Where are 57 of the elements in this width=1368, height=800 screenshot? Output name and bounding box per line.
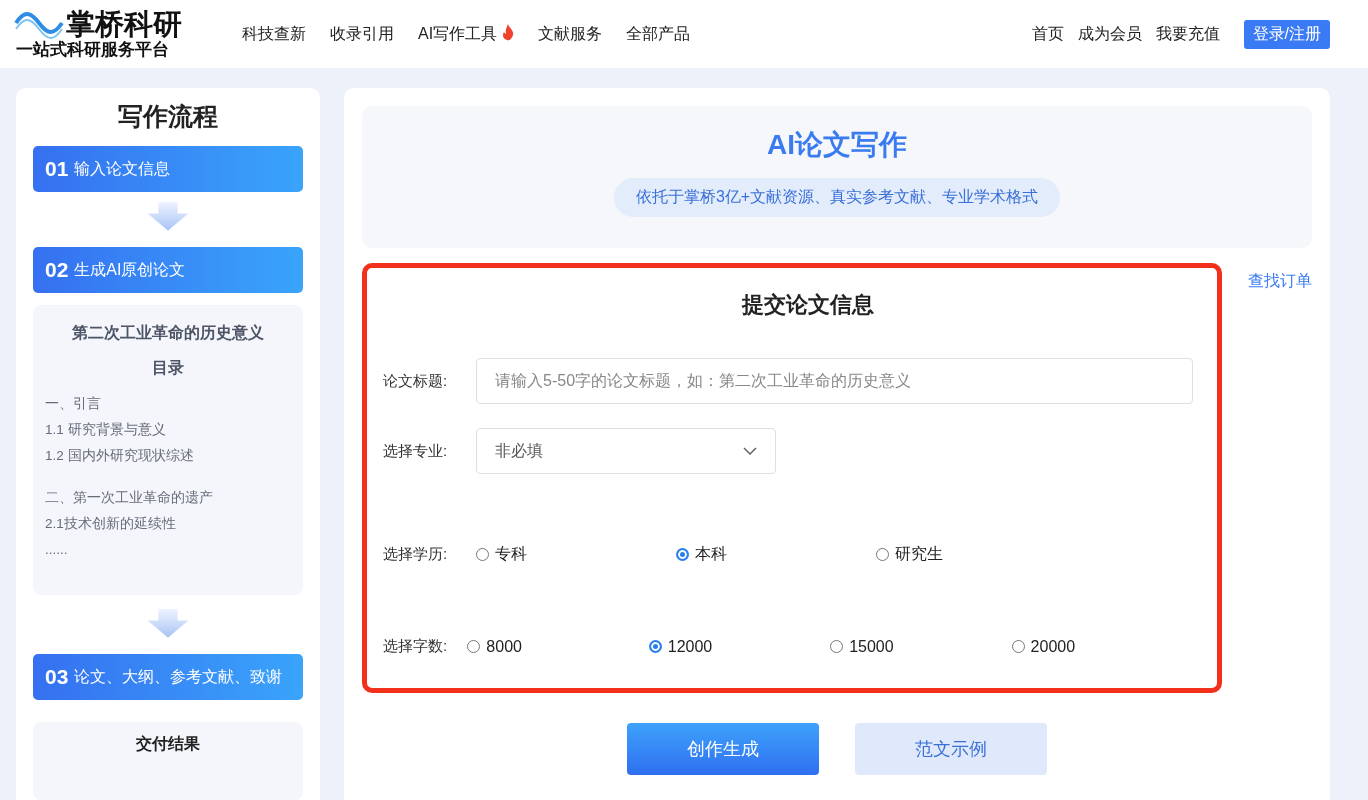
outline-line: 一、引言 xyxy=(45,395,102,414)
field-label: 论文标题: xyxy=(383,371,449,391)
radio-button[interactable] xyxy=(676,548,689,561)
outline-subtitle: 目录 xyxy=(151,358,185,379)
radio-label[interactable]: 12000 xyxy=(667,637,713,656)
radio-label[interactable]: 20000 xyxy=(1030,637,1076,656)
step-label: 论文、大纲、参考文献、致谢 xyxy=(74,666,283,687)
nav-link[interactable]: 首页 xyxy=(1031,23,1064,45)
step-label: 生成AI原创论文 xyxy=(74,259,186,280)
nav-link[interactable]: 文献服务 xyxy=(538,23,603,45)
outline-line: 1.1 研究背景与意义 xyxy=(45,421,167,440)
step-label: 输入论文信息 xyxy=(74,158,171,179)
field-label: 选择专业: xyxy=(383,441,449,461)
radio-button[interactable] xyxy=(1011,640,1025,653)
nav-link[interactable]: 全部产品 xyxy=(626,23,691,45)
radio-button[interactable] xyxy=(648,640,662,653)
outline-line: 1.2 国内外研究现状综述 xyxy=(45,447,195,466)
outline-line: 二、第一次工业革命的遗产 xyxy=(45,489,214,508)
radio-button[interactable] xyxy=(876,548,889,561)
radio-button[interactable] xyxy=(830,640,844,653)
down-arrow-icon xyxy=(147,609,189,638)
step-number: 03 xyxy=(45,665,69,690)
wave-logo-icon xyxy=(14,9,64,39)
major-select[interactable]: 非必填 xyxy=(476,428,776,474)
down-arrow-icon xyxy=(147,202,189,231)
hero-subtitle-pill: 依托于掌桥3亿+文献资源、真实参考文献、专业学术格式 xyxy=(613,178,1061,217)
step-number: 01 xyxy=(45,157,69,182)
field-label: 选择学历: xyxy=(383,545,449,564)
logo-subtitle: 一站式科研服务平台 xyxy=(16,40,170,60)
outline-line: 2.1技术创新的延续性 xyxy=(45,515,177,534)
radio-label[interactable]: 15000 xyxy=(849,637,894,656)
nav-link[interactable]: 科技查新 xyxy=(242,23,306,45)
step-number: 02 xyxy=(45,258,69,283)
find-order-link[interactable]: 查找订单 xyxy=(1248,271,1312,291)
chevron-down-icon xyxy=(743,447,757,455)
sample-button[interactable]: 范文示例 xyxy=(855,723,1047,775)
generate-button[interactable]: 创作生成 xyxy=(627,723,819,775)
outline-title: 第二次工业革命的历史意义 xyxy=(71,323,265,344)
nav-link[interactable]: 成为会员 xyxy=(1077,23,1142,45)
nav-link[interactable]: 收录引用 xyxy=(330,23,394,45)
radio-button[interactable] xyxy=(476,548,489,561)
title-input-field[interactable]: 请输入5-50字的论文标题，如：第二次工业革命的历史意义 xyxy=(476,358,1193,404)
radio-label[interactable]: 8000 xyxy=(486,637,522,656)
outline-line: ...... xyxy=(45,541,69,560)
radio-button[interactable] xyxy=(467,640,481,653)
delivery-title: 交付结果 xyxy=(135,734,201,755)
sidebar-title: 写作流程 xyxy=(118,101,218,132)
field-label: 选择字数: xyxy=(383,637,449,656)
radio-label[interactable]: 专科 xyxy=(495,544,527,565)
radio-label[interactable]: 本科 xyxy=(695,544,727,565)
radio-label[interactable]: 研究生 xyxy=(895,544,943,565)
logo-title: 掌桥科研 xyxy=(66,8,182,40)
nav-link[interactable]: AI写作工具 xyxy=(418,23,498,45)
nav-link[interactable]: 我要充值 xyxy=(1155,23,1220,45)
hero-title: AI论文写作 xyxy=(767,128,907,162)
login-button[interactable]: 登录/注册 xyxy=(1243,19,1330,49)
form-title: 提交论文信息 xyxy=(742,291,874,319)
